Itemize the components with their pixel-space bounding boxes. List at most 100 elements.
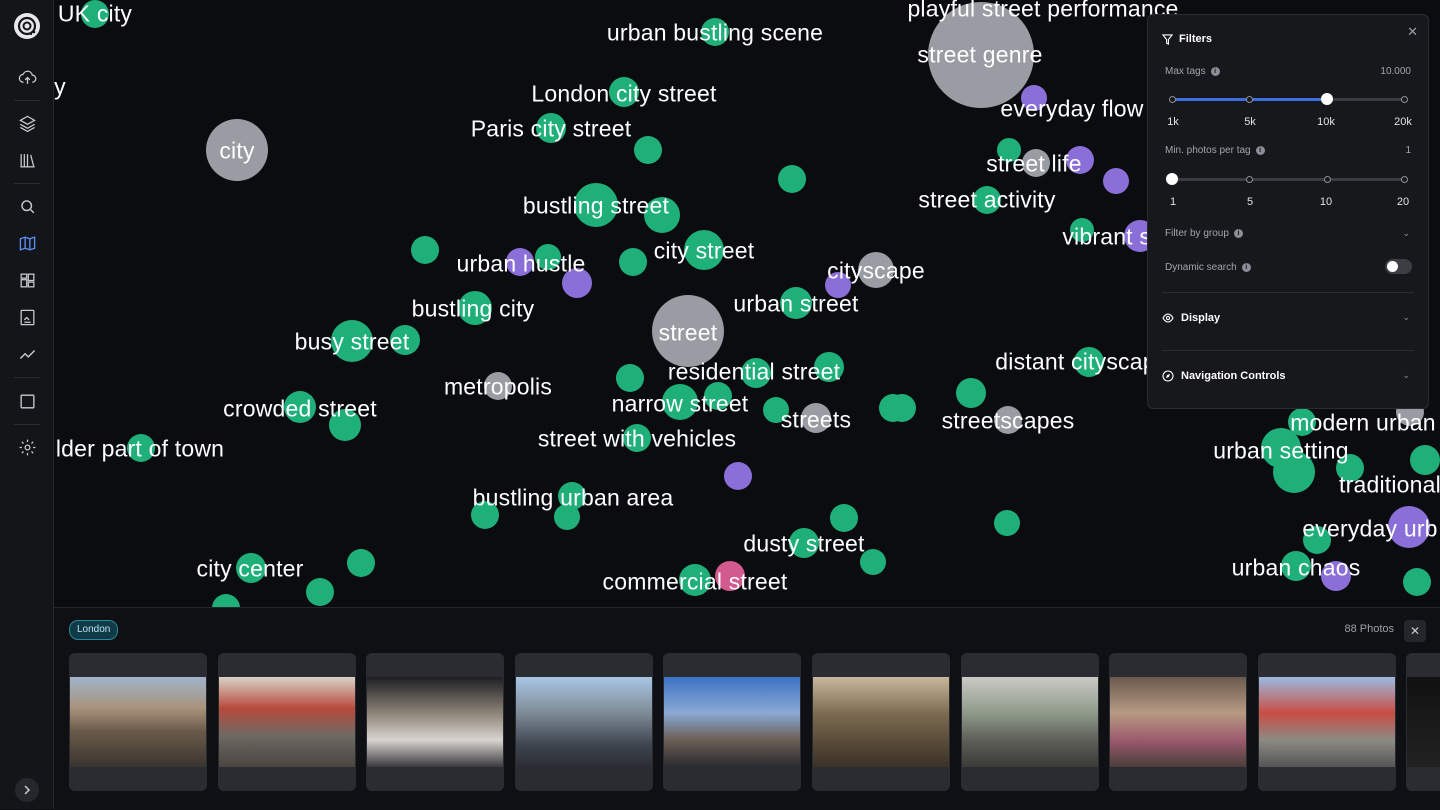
chevron-down-icon[interactable]: ⌄ — [1402, 312, 1410, 323]
tag-bubble[interactable] — [619, 248, 647, 276]
tube-carriage-photo — [961, 677, 1098, 767]
tag-bubble[interactable] — [347, 549, 375, 577]
tag-bubble[interactable] — [724, 462, 752, 490]
chevron-down-icon[interactable]: ⌄ — [1402, 228, 1410, 239]
info-icon[interactable]: i — [1255, 146, 1265, 155]
tick-label: 1 — [1169, 196, 1177, 208]
tag-bubble[interactable] — [830, 504, 858, 532]
photo-thumbnail[interactable] — [960, 653, 1099, 791]
tag-label[interactable]: street genre — [917, 42, 1042, 69]
tag-label[interactable]: street — [659, 320, 718, 347]
tag-label[interactable]: everyday flow — [1000, 96, 1143, 123]
tag-label[interactable]: busy street — [295, 329, 410, 356]
layers-icon[interactable] — [14, 110, 40, 136]
photo-thumbnail[interactable] — [1109, 653, 1248, 791]
tag-label[interactable]: metropolis — [444, 374, 552, 401]
max-tags-slider[interactable] — [1169, 93, 1408, 105]
tag-label[interactable]: residential street — [668, 359, 840, 386]
photo-thumbnail[interactable] — [1257, 653, 1396, 791]
tag-bubble[interactable] — [306, 578, 334, 606]
slider-handle[interactable] — [1166, 173, 1178, 185]
tag-label[interactable]: commercial street — [603, 569, 788, 596]
tag-label[interactable]: London city street — [531, 81, 716, 108]
info-icon[interactable]: i — [1210, 67, 1220, 76]
tag-label[interactable]: UK city — [58, 1, 132, 28]
photo-thumbnail[interactable] — [366, 653, 505, 791]
tag-bubble[interactable] — [616, 364, 644, 392]
library-icon[interactable] — [14, 147, 40, 173]
filter-icon — [1162, 33, 1173, 45]
tag-label[interactable]: city — [219, 138, 254, 165]
tag-label[interactable]: lder part of town — [56, 436, 224, 463]
tag-label[interactable]: crowded street — [223, 396, 377, 423]
app-logo-icon[interactable] — [12, 11, 42, 41]
photo-thumbnail[interactable] — [812, 653, 950, 791]
chevron-down-icon[interactable]: ⌄ — [1402, 370, 1410, 381]
tag-label[interactable]: Paris city street — [471, 116, 632, 143]
tag-label[interactable]: urban street — [733, 291, 858, 318]
close-filters-button[interactable]: ✕ — [1407, 24, 1418, 40]
tick-label: 20k — [1394, 116, 1412, 128]
tag-bubble[interactable] — [212, 594, 240, 607]
gear-icon[interactable] — [14, 434, 40, 460]
map-icon[interactable] — [14, 230, 40, 256]
dynamic-search-toggle[interactable] — [1385, 259, 1412, 274]
tag-bubble[interactable] — [778, 165, 806, 193]
tag-label[interactable]: urban setting — [1213, 438, 1349, 465]
info-icon[interactable]: i — [1233, 229, 1243, 238]
tag-bubble[interactable] — [1410, 445, 1440, 475]
tag-label[interactable]: street activity — [918, 187, 1055, 214]
tag-label[interactable]: bustling street — [523, 193, 669, 220]
min-photos-slider[interactable] — [1166, 173, 1408, 185]
tag-label[interactable]: cityscape — [827, 258, 925, 285]
tag-bubble[interactable] — [1403, 568, 1431, 596]
sidebar-divider — [14, 100, 40, 101]
photo-thumbnail[interactable] — [69, 653, 207, 791]
display-section-header[interactable]: Display — [1162, 312, 1220, 324]
photo-thumbnail[interactable] — [217, 653, 356, 791]
expand-sidebar-button[interactable] — [15, 778, 39, 802]
tag-label[interactable]: bustling city — [412, 296, 535, 323]
tag-label[interactable]: street life — [986, 151, 1082, 178]
tag-bubble[interactable] — [888, 394, 916, 422]
tag-label[interactable]: streets — [781, 407, 851, 434]
photo-thumbnail[interactable] — [1406, 653, 1440, 791]
trend-icon[interactable] — [14, 341, 40, 367]
tag-label[interactable]: bustling urban area — [473, 485, 674, 512]
tag-label[interactable]: dusty street — [743, 531, 864, 558]
tag-label[interactable]: street with vehicles — [538, 426, 736, 453]
photo-thumbnail[interactable] — [663, 653, 802, 791]
tag-label[interactable]: traditional — [1339, 472, 1440, 499]
tag-label[interactable]: playful street performance — [907, 0, 1178, 23]
tag-label[interactable]: narrow street — [612, 391, 749, 418]
slider-handle[interactable] — [1321, 93, 1334, 105]
tag-label[interactable]: vibrant st — [1062, 224, 1157, 251]
tag-bubble[interactable] — [411, 236, 439, 264]
location-chip[interactable]: London — [69, 620, 119, 640]
tag-label[interactable]: everyday urb — [1302, 516, 1437, 543]
tag-bubble[interactable] — [1103, 168, 1129, 194]
tag-label[interactable]: urban chaos — [1232, 555, 1361, 582]
navigation-section-header[interactable]: Navigation Controls — [1162, 370, 1286, 382]
tag-label[interactable]: ity — [54, 74, 66, 101]
upload-cloud-icon[interactable] — [14, 64, 40, 90]
close-strip-button[interactable]: ✕ — [1404, 620, 1426, 642]
grid-icon[interactable] — [14, 267, 40, 293]
tag-label[interactable]: city street — [654, 238, 755, 265]
tag-bubble[interactable] — [634, 136, 662, 164]
tag-label[interactable]: city center — [196, 556, 303, 583]
tag-label[interactable]: modern urban — [1290, 410, 1436, 437]
image-board-icon[interactable] — [14, 304, 40, 330]
tag-label[interactable]: streetscapes — [942, 408, 1075, 435]
tag-bubble[interactable] — [956, 378, 986, 408]
filter-group-dropdown[interactable]: Filter by group i — [1165, 228, 1243, 239]
search-icon[interactable] — [14, 193, 40, 219]
photo-thumbnail[interactable] — [514, 653, 653, 791]
sidebar-divider — [14, 424, 40, 425]
tag-label[interactable]: distant cityscape — [995, 349, 1168, 376]
tag-label[interactable]: urban bustling scene — [607, 20, 823, 47]
square-icon[interactable] — [14, 388, 40, 414]
tag-label[interactable]: urban hustle — [457, 251, 586, 278]
info-icon[interactable]: i — [1241, 263, 1251, 272]
tag-bubble[interactable] — [994, 510, 1020, 536]
